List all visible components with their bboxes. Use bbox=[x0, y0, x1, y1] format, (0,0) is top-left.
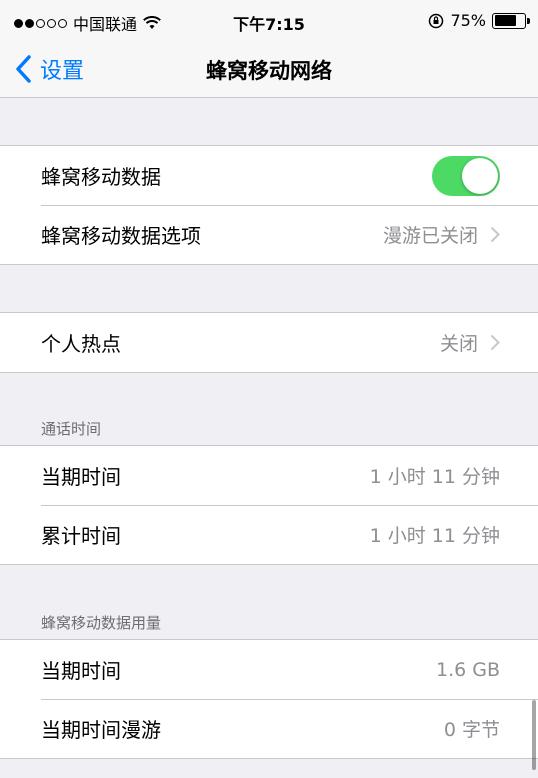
chevron-left-icon bbox=[16, 55, 31, 83]
personal-hotspot-row[interactable]: 个人热点 关闭 bbox=[0, 313, 538, 372]
cellular-data-options-row[interactable]: 蜂窝移动数据选项 漫游已关闭 bbox=[0, 205, 538, 264]
call-time-group: 当期时间 1 小时 11 分钟 累计时间 1 小时 11 分钟 bbox=[0, 445, 538, 565]
cellular-data-options-value: 漫游已关闭 bbox=[382, 225, 478, 247]
orientation-lock-icon bbox=[429, 13, 444, 28]
battery-percent: 75% bbox=[450, 11, 486, 30]
battery-icon bbox=[492, 12, 530, 29]
data-usage-current-value: 1.6 GB bbox=[435, 658, 500, 681]
personal-hotspot-label: 个人热点 bbox=[41, 332, 121, 356]
cellular-data-options-label: 蜂窝移动数据选项 bbox=[41, 224, 201, 248]
back-button-label: 设置 bbox=[40, 59, 85, 84]
call-time-current-value: 1 小时 11 分钟 bbox=[369, 466, 500, 488]
back-button[interactable]: 设置 bbox=[14, 53, 84, 85]
call-time-current-row: 当期时间 1 小时 11 分钟 bbox=[0, 446, 538, 505]
data-usage-roaming-row: 当期时间漫游 0 字节 bbox=[0, 699, 538, 758]
cellular-data-label: 蜂窝移动数据 bbox=[41, 165, 161, 189]
navigation-bar: 设置 蜂窝移动网络 bbox=[0, 40, 538, 98]
chevron-right-icon bbox=[490, 334, 500, 351]
call-time-header: 通话时间 bbox=[41, 420, 102, 438]
call-time-total-value: 1 小时 11 分钟 bbox=[369, 525, 500, 547]
hotspot-group: 个人热点 关闭 bbox=[0, 312, 538, 373]
call-time-total-row: 累计时间 1 小时 11 分钟 bbox=[0, 505, 538, 564]
status-right: 75% bbox=[428, 11, 530, 30]
cellular-data-toggle[interactable] bbox=[432, 155, 500, 196]
chevron-right-icon bbox=[490, 226, 500, 243]
data-usage-group: 当期时间 1.6 GB 当期时间漫游 0 字节 bbox=[0, 639, 538, 759]
scroll-indicator[interactable] bbox=[532, 700, 536, 770]
data-usage-roaming-value: 0 字节 bbox=[443, 719, 500, 741]
status-bar: 中国联通 下午7:15 75% bbox=[0, 0, 538, 40]
data-usage-current-label: 当期时间 bbox=[41, 659, 121, 683]
call-time-current-label: 当期时间 bbox=[41, 465, 121, 489]
data-usage-current-row: 当期时间 1.6 GB bbox=[0, 640, 538, 699]
data-usage-roaming-label: 当期时间漫游 bbox=[41, 718, 161, 742]
battery-level bbox=[494, 15, 517, 26]
call-time-total-label: 累计时间 bbox=[41, 524, 121, 548]
cellular-data-row: 蜂窝移动数据 bbox=[0, 146, 538, 205]
data-usage-header: 蜂窝移动数据用量 bbox=[41, 614, 162, 632]
cellular-data-group: 蜂窝移动数据 蜂窝移动数据选项 漫游已关闭 bbox=[0, 145, 538, 265]
personal-hotspot-value: 关闭 bbox=[439, 333, 478, 355]
toggle-knob bbox=[462, 157, 498, 194]
